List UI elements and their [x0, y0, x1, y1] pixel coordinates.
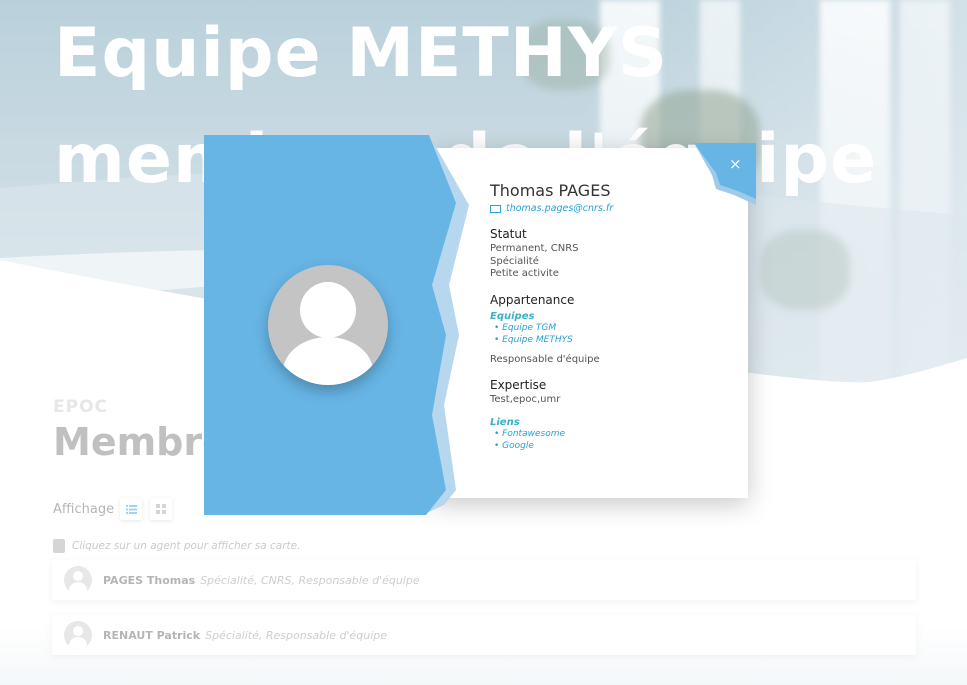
liens-heading: Liens	[490, 416, 520, 428]
profile-avatar	[268, 265, 388, 385]
agent-full-name: Thomas PAGES	[490, 181, 611, 200]
equipe-link[interactable]: • Equipe METHYS	[490, 334, 740, 346]
expertise-text: Test,epoc,umr	[490, 394, 561, 405]
close-icon[interactable]: ×	[729, 155, 742, 173]
agent-details: Thomas PAGES thomas.pages@cnrs.fr Statut…	[490, 181, 740, 452]
equipe-link[interactable]: • Equipe TGM	[490, 322, 740, 334]
envelope-icon	[490, 204, 501, 213]
statut-line: Permanent, CNRS	[490, 243, 579, 254]
agent-email[interactable]: thomas.pages@cnrs.fr	[490, 203, 740, 214]
statut-line: Spécialité	[490, 255, 539, 267]
statut-line: Petite activite	[490, 268, 559, 279]
external-link[interactable]: • Fontawesome	[490, 428, 740, 440]
equipes-heading: Equipes	[490, 310, 535, 322]
statut-heading: Statut	[490, 227, 527, 241]
appartenance-heading: Appartenance	[490, 292, 575, 307]
expertise-heading: Expertise	[490, 378, 547, 392]
agent-email-link[interactable]: thomas.pages@cnrs.fr	[506, 203, 613, 214]
role-text: Responsable d'équipe	[490, 353, 600, 365]
external-link[interactable]: • Google	[490, 440, 740, 452]
